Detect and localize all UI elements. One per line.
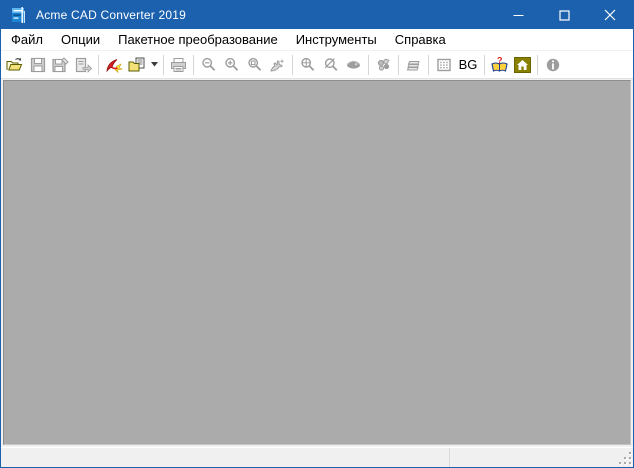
window-title: Acme CAD Converter 2019 (36, 8, 186, 22)
status-bar (1, 447, 633, 467)
status-pane-left (1, 448, 450, 467)
open-file-button[interactable] (3, 53, 26, 77)
toolbar-separator (398, 55, 399, 75)
pan-button[interactable] (266, 53, 289, 77)
zoom-in-icon (224, 57, 240, 73)
save-as-icon (52, 57, 69, 73)
birdseye-view-button[interactable] (342, 53, 365, 77)
toolbar-separator (484, 55, 485, 75)
toolbar-separator (368, 55, 369, 75)
help-button[interactable]: ? (488, 53, 511, 77)
render-icon (375, 57, 392, 73)
menu-bar: Файл Опции Пакетное преобразование Инстр… (1, 29, 633, 51)
menu-file[interactable]: Файл (2, 29, 52, 50)
save-icon (30, 57, 46, 73)
resize-grip[interactable] (618, 452, 631, 465)
convert-pdf-icon (105, 57, 123, 73)
menu-batch-conversion[interactable]: Пакетное преобразование (109, 29, 287, 50)
zoom-object-icon (323, 57, 339, 73)
menu-help[interactable]: Справка (386, 29, 455, 50)
layers-button[interactable] (402, 53, 425, 77)
background-color-toggle-button[interactable]: BG (455, 53, 481, 77)
app-icon (11, 7, 27, 23)
toolbar-separator (428, 55, 429, 75)
zoom-out-button[interactable] (197, 53, 220, 77)
layers-icon (405, 57, 423, 73)
toolbar-separator (163, 55, 164, 75)
info-button[interactable] (541, 53, 564, 77)
toolbar-separator (537, 55, 538, 75)
batch-convert-icon (128, 57, 146, 73)
birdseye-view-icon (345, 57, 362, 73)
menu-options[interactable]: Опции (52, 29, 109, 50)
help-book-icon: ? (490, 56, 509, 73)
toolbar-separator (292, 55, 293, 75)
zoom-window-button[interactable] (243, 53, 266, 77)
export-button[interactable] (72, 53, 95, 77)
maximize-icon (559, 10, 570, 21)
toolbar: BG ? (1, 51, 633, 79)
minimize-icon (513, 10, 524, 21)
menu-tools[interactable]: Инструменты (287, 29, 386, 50)
save-as-button[interactable] (49, 53, 72, 77)
svg-text:?: ? (497, 56, 503, 66)
info-icon (545, 57, 561, 73)
open-folder-icon (6, 57, 24, 73)
batch-convert-button[interactable] (125, 53, 148, 77)
export-icon (75, 57, 92, 73)
client-area-frame (1, 79, 633, 447)
title-bar: Acme CAD Converter 2019 (1, 1, 633, 29)
convert-pdf-button[interactable] (102, 53, 125, 77)
zoom-in-button[interactable] (220, 53, 243, 77)
toolbar-separator (98, 55, 99, 75)
toolbar-separator (193, 55, 194, 75)
grid-icon (436, 57, 452, 73)
batch-convert-dropdown[interactable] (148, 53, 160, 77)
status-pane-right (450, 448, 633, 467)
chevron-down-icon (151, 62, 158, 67)
zoom-object-button[interactable] (319, 53, 342, 77)
zoom-extents-button[interactable] (296, 53, 319, 77)
print-icon (170, 57, 187, 73)
close-icon (604, 9, 616, 21)
minimize-button[interactable] (495, 1, 541, 29)
zoom-out-icon (201, 57, 217, 73)
app-window: Acme CAD Converter 2019 Файл Опц (0, 0, 634, 468)
close-button[interactable] (587, 1, 633, 29)
pan-icon (269, 57, 286, 73)
home-button[interactable] (511, 53, 534, 77)
maximize-button[interactable] (541, 1, 587, 29)
zoom-extents-icon (300, 57, 316, 73)
client-area[interactable] (3, 80, 631, 445)
render-button[interactable] (372, 53, 395, 77)
save-button[interactable] (26, 53, 49, 77)
home-icon (514, 57, 531, 73)
zoom-window-icon (247, 57, 263, 73)
grid-button[interactable] (432, 53, 455, 77)
print-button[interactable] (167, 53, 190, 77)
